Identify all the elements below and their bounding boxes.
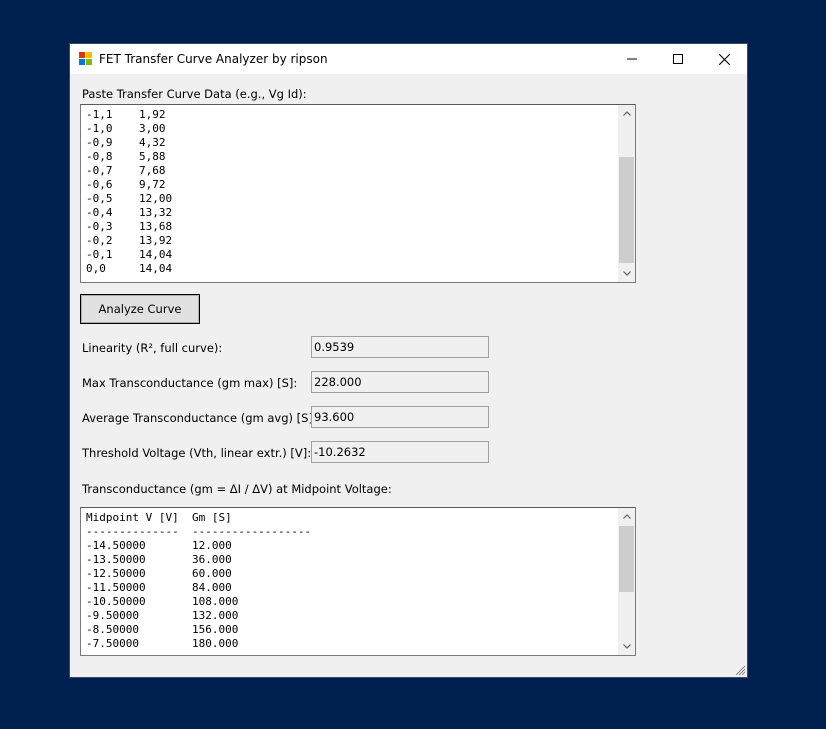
gm-table-output[interactable]: Midpoint V [V] Gm [S] -------------- ---…: [80, 507, 636, 656]
chevron-up-icon: [622, 111, 631, 116]
chevron-down-icon: [622, 644, 631, 649]
linearity-label: Linearity (R², full curve):: [82, 341, 223, 355]
gm-table-text: Midpoint V [V] Gm [S] -------------- ---…: [86, 511, 312, 650]
title-bar[interactable]: FET Transfer Curve Analyzer by ripson: [70, 44, 747, 74]
analyze-curve-button[interactable]: Analyze Curve: [80, 294, 200, 324]
input-scroll-thumb[interactable]: [619, 157, 634, 263]
vth-output[interactable]: -10.2632: [311, 441, 489, 463]
app-window: FET Transfer Curve Analyzer by ripson Pa…: [70, 44, 747, 677]
scroll-up-button[interactable]: [618, 105, 635, 122]
resize-grip-icon[interactable]: [734, 664, 746, 676]
close-button[interactable]: [701, 44, 747, 74]
gm-table-scroll-thumb[interactable]: [619, 526, 634, 592]
chevron-up-icon: [622, 514, 631, 519]
gm-avg-output[interactable]: 93.600: [311, 406, 489, 428]
minimize-icon: [627, 58, 637, 60]
gm-max-output[interactable]: 228.000: [311, 371, 489, 393]
gm-table-scrollbar[interactable]: [618, 508, 635, 655]
close-icon: [718, 53, 730, 65]
maximize-icon: [673, 54, 683, 64]
linearity-output[interactable]: 0.9539: [311, 336, 489, 358]
gm-table-label: Transconductance (gm = ΔI / ΔV) at Midpo…: [82, 482, 392, 496]
vth-label: Threshold Voltage (Vth, linear extr.) [V…: [82, 446, 312, 460]
transfer-data-input[interactable]: -1,1 1,92 -1,0 3,00 -0,9 4,32 -0,8 5,88 …: [80, 104, 636, 283]
gm-max-label: Max Transconductance (gm max) [S]:: [82, 376, 298, 390]
window-title: FET Transfer Curve Analyzer by ripson: [99, 52, 328, 66]
gm-scroll-down-button[interactable]: [618, 638, 635, 655]
input-label: Paste Transfer Curve Data (e.g., Vg Id):: [82, 87, 307, 101]
chevron-down-icon: [622, 271, 631, 276]
gm-avg-label: Average Transconductance (gm avg) [S]:: [82, 411, 317, 425]
minimize-button[interactable]: [609, 44, 655, 74]
transfer-data-text: -1,1 1,92 -1,0 3,00 -0,9 4,32 -0,8 5,88 …: [86, 108, 173, 275]
scroll-down-button[interactable]: [618, 265, 635, 282]
input-scrollbar[interactable]: [618, 105, 635, 282]
app-icon: [79, 52, 93, 66]
gm-scroll-up-button[interactable]: [618, 508, 635, 525]
maximize-button[interactable]: [655, 44, 701, 74]
